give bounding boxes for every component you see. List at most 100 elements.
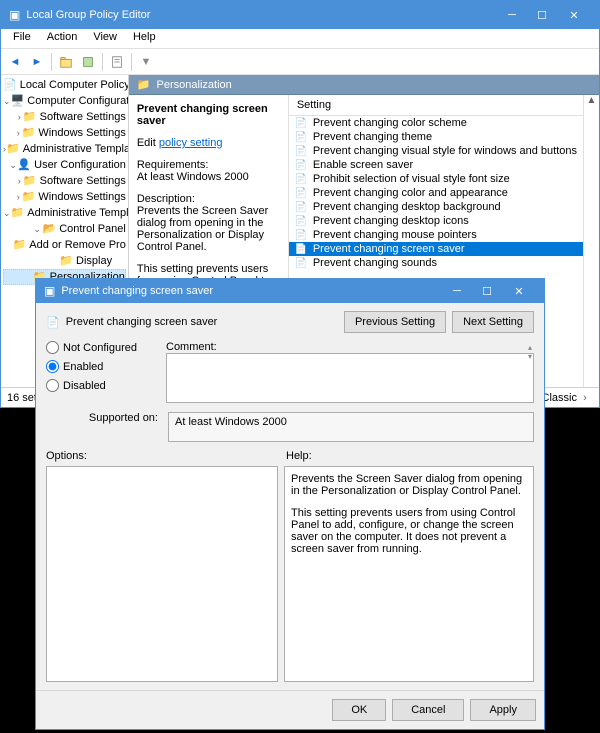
setting-icon: 📄 [295, 244, 309, 255]
list-item[interactable]: 📄Prevent changing mouse pointers [289, 228, 583, 242]
comment-textarea[interactable] [166, 353, 534, 403]
policy-name: Prevent changing screen saver [66, 316, 218, 328]
list-item[interactable]: 📄Enable screen saver [289, 158, 583, 172]
folder-header: 📁 Personalization [129, 75, 599, 95]
menu-view[interactable]: View [85, 29, 125, 48]
list-item[interactable]: 📄Prevent changing visual style for windo… [289, 144, 583, 158]
ok-button[interactable]: OK [332, 699, 386, 721]
tree-computer-config[interactable]: ⌄🖥️Computer Configuration [3, 93, 126, 109]
cancel-button[interactable]: Cancel [392, 699, 464, 721]
refresh-button[interactable] [78, 52, 98, 72]
setting-icon: 📄 [295, 258, 309, 269]
tree-label: Local Computer Policy [20, 79, 129, 91]
requirements-label: Requirements: [137, 159, 280, 171]
tree-label: Computer Configuration [27, 95, 129, 107]
menu-action[interactable]: Action [39, 29, 86, 48]
list-item[interactable]: 📄Prevent changing theme [289, 130, 583, 144]
minimize-button[interactable]: ─ [497, 4, 527, 26]
maximize-button[interactable]: ☐ [527, 4, 557, 26]
setting-label: Prevent changing screen saver [313, 243, 465, 255]
separator [51, 53, 52, 71]
titlebar[interactable]: ▣ Local Group Policy Editor ─ ☐ ✕ [1, 1, 599, 29]
dialog-minimize-button[interactable]: ─ [442, 280, 472, 302]
help-panel: Prevents the Screen Saver dialog from op… [284, 466, 534, 682]
setting-label: Prevent changing desktop icons [313, 215, 469, 227]
description-text: Prevents the Screen Saver dialog from op… [137, 205, 280, 253]
setting-icon: 📄 [295, 202, 309, 213]
supported-on-value: At least Windows 2000 [168, 412, 534, 442]
tree-item[interactable]: ›📁Software Settings [3, 109, 126, 125]
next-setting-button[interactable]: Next Setting [452, 311, 534, 333]
tree-user-config[interactable]: ⌄👤User Configuration [3, 157, 126, 173]
list-item[interactable]: 📄Prevent changing sounds [289, 256, 583, 270]
tree-label: Add or Remove Pro [29, 239, 126, 251]
menu-help[interactable]: Help [125, 29, 164, 48]
spinner-icon[interactable]: ▴▾ [528, 343, 532, 361]
dialog-titlebar[interactable]: ▣ Prevent changing screen saver ─ ☐ ✕ [36, 279, 544, 303]
list-item[interactable]: 📄 Prevent changing color and appearance [289, 186, 583, 200]
tree-item[interactable]: 📁Add or Remove Pro [3, 237, 126, 253]
list-item[interactable]: 📄Prevent changing desktop icons [289, 214, 583, 228]
dialog-maximize-button[interactable]: ☐ [472, 280, 502, 302]
up-button[interactable] [56, 52, 76, 72]
tree-label: Windows Settings [38, 127, 125, 139]
close-button[interactable]: ✕ [557, 4, 591, 26]
forward-button[interactable]: ► [27, 52, 47, 72]
separator [102, 53, 103, 71]
dialog-icon: ▣ [44, 284, 55, 298]
options-panel [46, 466, 278, 682]
list-item[interactable]: 📄Prohibit selection of visual style font… [289, 172, 583, 186]
policy-dialog: ▣ Prevent changing screen saver ─ ☐ ✕ 📄 … [35, 278, 545, 730]
dialog-close-button[interactable]: ✕ [502, 280, 536, 302]
setting-icon: 📄 [295, 188, 309, 199]
tree-label: Display [76, 255, 112, 267]
column-header-setting[interactable]: Setting [289, 95, 583, 116]
list-item[interactable]: 📄 Prevent changing screen saver [289, 242, 583, 256]
menu-file[interactable]: File [5, 29, 39, 48]
edit-policy-link-row: Edit policy setting [137, 137, 280, 149]
options-label: Options: [46, 450, 286, 462]
apply-button[interactable]: Apply [470, 699, 536, 721]
setting-label: Prevent changing desktop background [313, 201, 501, 213]
tree-item[interactable]: 📁Display [3, 253, 126, 269]
scrollbar-vertical[interactable]: ▲ [583, 95, 599, 387]
tree-root[interactable]: 📄Local Computer Policy [3, 77, 126, 93]
radio-not-configured[interactable]: Not Configured [46, 341, 156, 354]
tree-admin-templates[interactable]: ⌄📁Administrative Templates [3, 205, 126, 221]
setting-label: Prevent changing theme [313, 131, 432, 143]
setting-label: Prevent changing color and appearance [313, 187, 508, 199]
help-text: Prevents the Screen Saver dialog from op… [291, 473, 527, 497]
tree-item[interactable]: ›📁Administrative Templates [3, 141, 126, 157]
edit-prefix: Edit [137, 137, 156, 149]
toolbar: ◄ ► ▼ [1, 49, 599, 75]
radio-enabled[interactable]: Enabled [46, 360, 156, 373]
properties-button[interactable] [107, 52, 127, 72]
tree-item[interactable]: ›📁Software Settings [3, 173, 126, 189]
selected-setting-title: Prevent changing screen saver [137, 103, 280, 127]
list-item[interactable]: 📄 Prevent changing desktop background [289, 200, 583, 214]
setting-label: Prevent changing mouse pointers [313, 229, 477, 241]
radio-disabled[interactable]: Disabled [46, 379, 156, 392]
list-item[interactable]: 📄Prevent changing color scheme [289, 116, 583, 130]
folder-name: Personalization [157, 79, 232, 91]
setting-icon: 📄 [295, 174, 309, 185]
tree-item[interactable]: ›📁Windows Settings [3, 125, 126, 141]
policy-icon: 📄 [46, 316, 60, 329]
previous-setting-button[interactable]: Previous Setting [344, 311, 446, 333]
window-title: Local Group Policy Editor [26, 9, 497, 21]
scroll-right-button[interactable]: › [577, 392, 593, 404]
back-button[interactable]: ◄ [5, 52, 25, 72]
tree-label: Control Panel [59, 223, 126, 235]
comment-label: Comment: [166, 341, 217, 353]
tree-label: Windows Settings [38, 191, 125, 203]
tree-label: Administrative Templates [23, 143, 129, 155]
tree-control-panel[interactable]: ⌄📂Control Panel [3, 221, 126, 237]
menubar: File Action View Help [1, 29, 599, 49]
setting-icon: 📄 [295, 146, 309, 157]
tree-item[interactable]: ›📁Windows Settings [3, 189, 126, 205]
edit-policy-link[interactable]: policy setting [159, 137, 223, 149]
setting-icon: 📄 [295, 118, 309, 129]
filter-button[interactable]: ▼ [136, 52, 156, 72]
requirements-value: At least Windows 2000 [137, 171, 280, 183]
separator [131, 53, 132, 71]
